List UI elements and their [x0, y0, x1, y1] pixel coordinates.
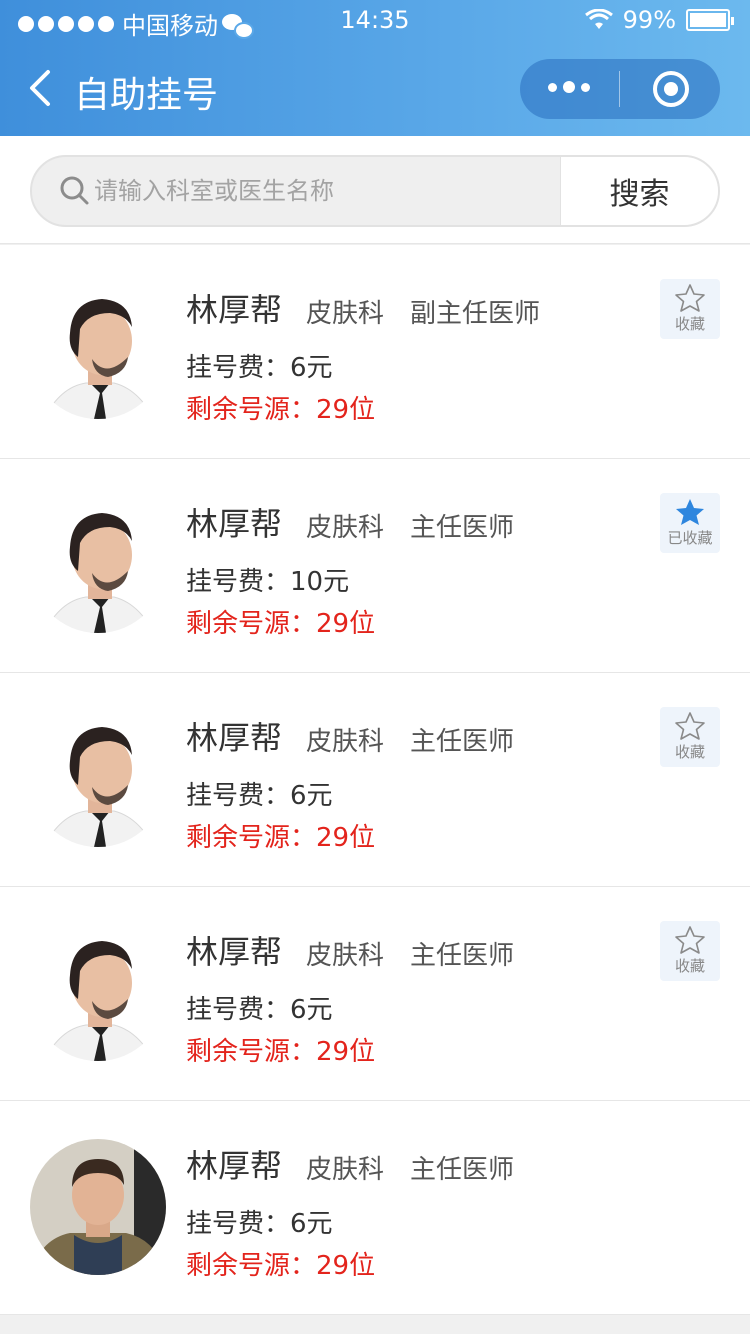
battery-icon — [686, 9, 734, 31]
doctor-name: 林厚帮 — [186, 719, 283, 757]
star-outline-icon — [675, 712, 705, 740]
search-input[interactable] — [94, 157, 562, 225]
registration-fee: 挂号费：6元 — [186, 353, 333, 383]
doctor-title: 主任医师 — [410, 941, 515, 971]
doctor-department: 皮肤科 — [306, 299, 385, 329]
favorite-label: 收藏 — [674, 957, 705, 975]
doctor-card-4[interactable]: 林厚帮 皮肤科 主任医师 挂号费：6元 剩余号源：29位 收藏 — [0, 887, 750, 1101]
doctor-title: 主任医师 — [410, 1155, 515, 1185]
doctor-department: 皮肤科 — [306, 513, 385, 543]
star-outline-icon — [675, 284, 705, 312]
search-box: 搜索 — [30, 155, 720, 227]
favorite-button[interactable]: 收藏 — [660, 279, 720, 339]
favorite-button[interactable]: 收藏 — [660, 707, 720, 767]
doctor-department: 皮肤科 — [306, 727, 385, 757]
remaining-slots: 剩余号源：29位 — [186, 1251, 376, 1281]
favorite-label: 收藏 — [674, 315, 705, 333]
remaining-slots: 剩余号源：29位 — [186, 1037, 376, 1067]
doctor-name: 林厚帮 — [186, 1147, 283, 1185]
star-filled-icon — [676, 499, 704, 525]
favorite-label: 收藏 — [674, 743, 705, 761]
registration-fee: 挂号费：6元 — [186, 1209, 333, 1239]
remaining-slots: 剩余号源：29位 — [186, 823, 376, 853]
more-icon[interactable] — [548, 81, 590, 93]
doctor-title: 主任医师 — [410, 727, 515, 757]
doctor-card-5[interactable]: 林厚帮 皮肤科 主任医师 挂号费：6元 剩余号源：29位 — [0, 1101, 750, 1315]
doctor-list: 林厚帮 皮肤科 副主任医师 挂号费：6元 剩余号源：29位 收藏 林厚帮 皮肤科… — [0, 245, 750, 1315]
search-area: 搜索 — [0, 136, 750, 244]
doctor-title: 主任医师 — [410, 513, 515, 543]
doctor-card-1[interactable]: 林厚帮 皮肤科 副主任医师 挂号费：6元 剩余号源：29位 收藏 — [0, 245, 750, 459]
search-button[interactable]: 搜索 — [560, 157, 718, 225]
star-outline-icon — [675, 926, 705, 954]
doctor-card-2[interactable]: 林厚帮 皮肤科 主任医师 挂号费：10元 剩余号源：29位 已收藏 — [0, 459, 750, 673]
search-icon — [60, 176, 89, 205]
doctor-department: 皮肤科 — [306, 941, 385, 971]
doctor-card-3[interactable]: 林厚帮 皮肤科 主任医师 挂号费：6元 剩余号源：29位 收藏 — [0, 673, 750, 887]
registration-fee: 挂号费：6元 — [186, 781, 333, 811]
close-mini-program-icon[interactable] — [653, 71, 689, 107]
doctor-name: 林厚帮 — [186, 291, 283, 329]
doctor-avatar — [30, 711, 166, 847]
doctor-avatar — [30, 1139, 166, 1275]
doctor-avatar — [30, 497, 166, 633]
doctor-name: 林厚帮 — [186, 505, 283, 543]
capsule-divider — [619, 71, 620, 107]
favorite-label: 已收藏 — [667, 529, 713, 547]
doctor-avatar — [30, 925, 166, 1061]
mini-program-capsule — [520, 59, 720, 119]
battery-percent: 99% — [622, 6, 676, 34]
doctor-title: 副主任医师 — [410, 299, 541, 329]
status-bar: 中国移动 14:35 99% — [0, 0, 750, 40]
page-title: 自助挂号 — [74, 75, 219, 116]
remaining-slots: 剩余号源：29位 — [186, 609, 376, 639]
wifi-icon — [584, 9, 613, 29]
remaining-slots: 剩余号源：29位 — [186, 395, 376, 425]
registration-fee: 挂号费：6元 — [186, 995, 333, 1025]
back-arrow-icon[interactable] — [26, 68, 56, 108]
doctor-department: 皮肤科 — [306, 1155, 385, 1185]
favorite-button[interactable]: 收藏 — [660, 921, 720, 981]
doctor-name: 林厚帮 — [186, 933, 283, 971]
doctor-avatar — [30, 283, 166, 419]
status-right: 99% — [584, 6, 734, 34]
favorited-button[interactable]: 已收藏 — [660, 493, 720, 553]
app-header: 中国移动 14:35 99% 自助挂号 — [0, 0, 750, 136]
registration-fee: 挂号费：10元 — [186, 567, 350, 597]
